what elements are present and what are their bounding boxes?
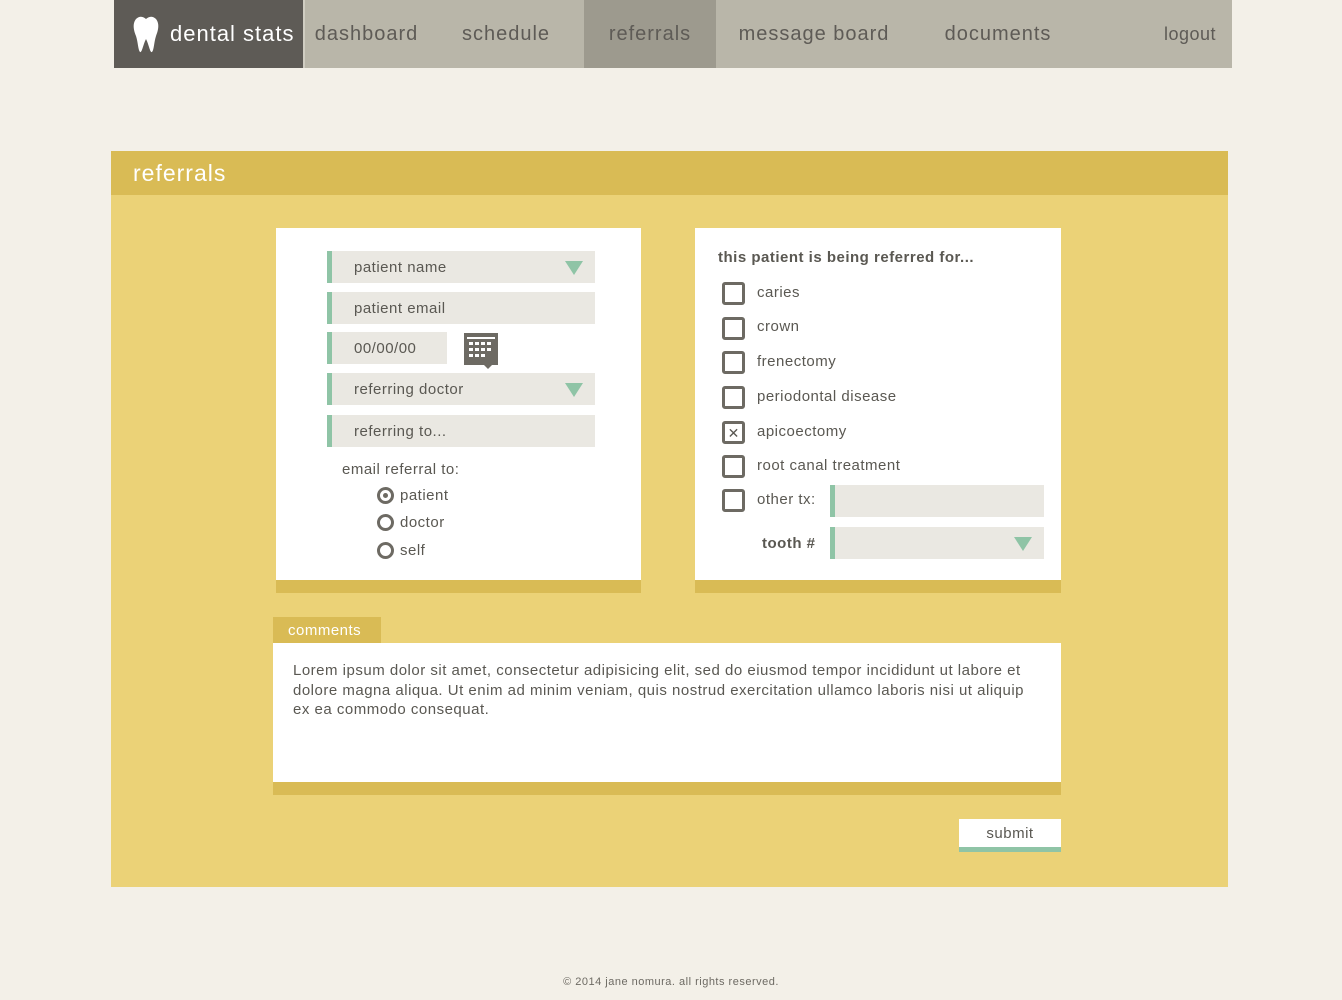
tooth-number-label: tooth #: [762, 535, 816, 552]
brand[interactable]: dental stats: [114, 0, 303, 68]
radio-self[interactable]: [377, 542, 394, 559]
patient-name-label: patient name: [354, 258, 447, 276]
checkbox-caries[interactable]: [722, 282, 745, 305]
checkbox-periodontal-disease[interactable]: [722, 386, 745, 409]
referring-to-field[interactable]: referring to...: [327, 415, 595, 447]
date-value: 00/00/00: [354, 339, 417, 357]
patient-info-card: patient name patient email 00/00/00 refe…: [276, 228, 641, 593]
checkbox-apicoectomy-label: apicoectomy: [757, 423, 847, 440]
referrals-panel: referrals patient name patient email 00/…: [111, 151, 1228, 887]
submit-button[interactable]: submit: [959, 819, 1061, 852]
card-footer-bar: [695, 580, 1061, 593]
nav-item-schedule[interactable]: schedule: [428, 0, 584, 68]
patient-name-select[interactable]: patient name: [327, 251, 595, 283]
checkbox-other-tx-label: other tx:: [757, 491, 816, 508]
referring-to-placeholder: referring to...: [354, 422, 447, 440]
patient-email-placeholder: patient email: [354, 299, 446, 317]
comments-textarea[interactable]: Lorem ipsum dolor sit amet, consectetur …: [273, 643, 1061, 782]
dropdown-arrow-icon: [565, 261, 583, 275]
dropdown-arrow-icon: [1014, 537, 1032, 551]
calendar-icon[interactable]: [464, 333, 498, 369]
referral-reasons-card: this patient is being referred for... ca…: [695, 228, 1061, 593]
nav-item-referrals[interactable]: referrals: [584, 0, 716, 68]
comments-tab-label: comments: [273, 617, 381, 644]
checkbox-frenectomy[interactable]: [722, 351, 745, 374]
checkbox-other-tx[interactable]: [722, 489, 745, 512]
copyright-footer: © 2014 jane nomura. all rights reserved.: [563, 976, 779, 988]
referring-doctor-label: referring doctor: [354, 380, 464, 398]
dropdown-arrow-icon: [565, 383, 583, 397]
top-nav: dental stats dashboard schedule referral…: [114, 0, 1232, 68]
nav-item-dashboard[interactable]: dashboard: [305, 0, 428, 68]
panel-title: referrals: [111, 151, 1228, 195]
email-referral-label: email referral to:: [342, 461, 460, 478]
checkbox-root-canal-treatment[interactable]: [722, 455, 745, 478]
card-footer-bar: [276, 580, 641, 593]
checkbox-apicoectomy[interactable]: ✕: [722, 421, 745, 444]
nav-item-documents[interactable]: documents: [912, 0, 1084, 68]
checkbox-crown-label: crown: [757, 318, 800, 335]
radio-patient[interactable]: [377, 487, 394, 504]
logout-link[interactable]: logout: [1164, 0, 1232, 68]
checkbox-root-canal-treatment-label: root canal treatment: [757, 457, 901, 474]
checkbox-crown[interactable]: [722, 317, 745, 340]
nav-item-message-board[interactable]: message board: [716, 0, 912, 68]
checkmark-x-icon: ✕: [727, 424, 740, 441]
patient-email-field[interactable]: patient email: [327, 292, 595, 324]
brand-name: dental stats: [170, 21, 295, 46]
date-field[interactable]: 00/00/00: [327, 332, 447, 364]
referring-doctor-select[interactable]: referring doctor: [327, 373, 595, 405]
tooth-icon: [133, 16, 159, 53]
radio-self-label: self: [400, 542, 426, 559]
radio-doctor[interactable]: [377, 514, 394, 531]
checkbox-caries-label: caries: [757, 284, 801, 301]
checkbox-frenectomy-label: frenectomy: [757, 353, 837, 370]
referral-reasons-heading: this patient is being referred for...: [718, 249, 975, 266]
checkbox-periodontal-disease-label: periodontal disease: [757, 388, 897, 405]
tooth-number-select[interactable]: [830, 527, 1044, 559]
other-tx-input[interactable]: [830, 485, 1044, 517]
comments-footer-bar: [273, 782, 1061, 795]
radio-patient-label: patient: [400, 487, 449, 504]
radio-doctor-label: doctor: [400, 514, 445, 531]
